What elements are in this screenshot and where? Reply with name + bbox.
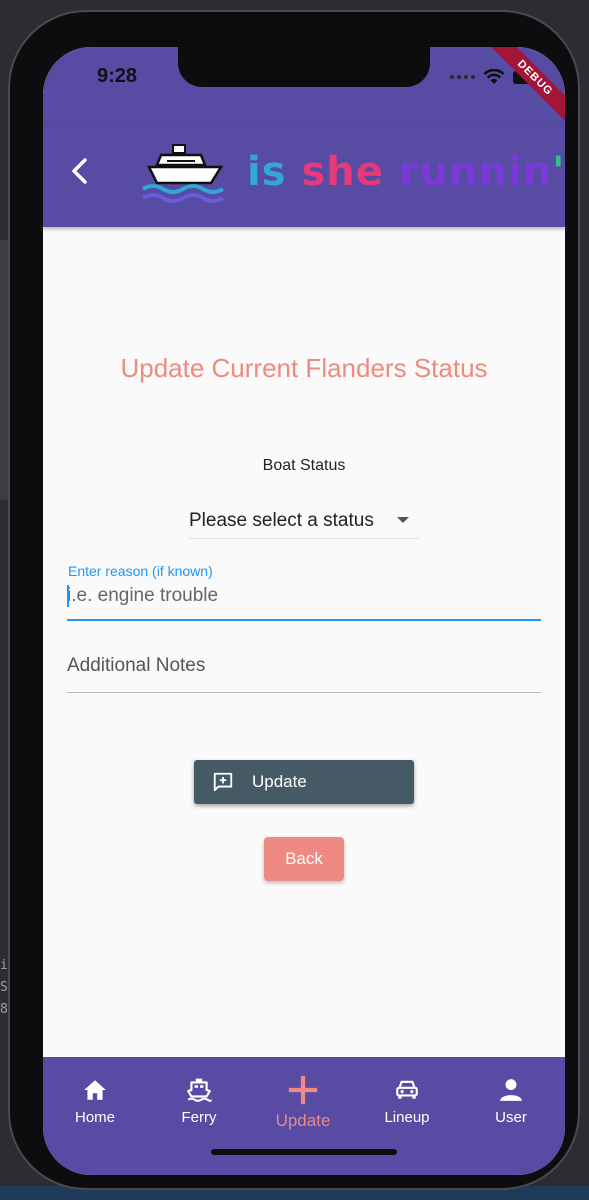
- add-comment-icon: [213, 772, 233, 792]
- back-button[interactable]: Back: [264, 837, 344, 881]
- home-indicator[interactable]: [211, 1149, 397, 1155]
- wifi-icon: [483, 69, 505, 84]
- nav-item-user[interactable]: User: [459, 1057, 563, 1147]
- plus-icon: [288, 1075, 318, 1105]
- car-icon: [396, 1080, 418, 1099]
- status-time: 9:28: [97, 65, 138, 87]
- back-arrow-icon[interactable]: [61, 151, 101, 191]
- dropdown-arrow-icon: [397, 517, 409, 523]
- reason-field-label: Enter reason (if known): [68, 563, 213, 579]
- home-icon: [84, 1080, 106, 1100]
- update-button[interactable]: Update: [194, 760, 414, 804]
- nav-label-update: Update: [275, 1111, 331, 1130]
- reason-field: Enter reason (if known): [67, 561, 541, 621]
- desktop-background-text: i S 8: [0, 958, 8, 1017]
- page-title: Update Current Flanders Status: [120, 353, 488, 383]
- update-button-label: Update: [252, 772, 307, 791]
- app-bar: is she runnin'?: [43, 127, 565, 227]
- nav-item-home[interactable]: Home: [43, 1057, 147, 1147]
- nav-item-ferry[interactable]: Ferry: [147, 1057, 251, 1147]
- update-form: Update Current Flanders Status Boat Stat…: [43, 227, 565, 1057]
- notch: [178, 47, 430, 87]
- logo-text: is she runnin'?: [247, 149, 565, 195]
- status-dropdown-value: Please select a status: [189, 509, 374, 531]
- app-logo: is she runnin'?: [139, 135, 564, 215]
- ferry-logo-icon: [141, 144, 225, 203]
- nav-label-ferry: Ferry: [181, 1109, 217, 1126]
- phone-frame: 9:28 DEBUG is she runnin' Update Current…: [8, 10, 580, 1190]
- notes-input[interactable]: [67, 653, 537, 679]
- boat-status-label: Boat Status: [262, 457, 346, 474]
- bottom-nav: Home Ferry Update Lineup User: [43, 1057, 565, 1175]
- back-button-label: Back: [285, 849, 323, 868]
- desktop-background-strip: [0, 240, 8, 500]
- person-icon: [500, 1079, 522, 1101]
- notes-field: [67, 639, 541, 693]
- status-dropdown[interactable]: Please select a status: [189, 503, 419, 539]
- ferry-icon: [187, 1078, 212, 1102]
- nav-item-update[interactable]: Update: [251, 1057, 355, 1147]
- nav-item-lineup[interactable]: Lineup: [355, 1057, 459, 1147]
- text-caret: [67, 585, 69, 607]
- phone-screen: 9:28 DEBUG is she runnin' Update Current…: [43, 47, 565, 1175]
- signal-icon: [450, 75, 475, 79]
- reason-input[interactable]: [67, 583, 537, 609]
- nav-label-home: Home: [74, 1109, 115, 1126]
- nav-label-user: User: [495, 1109, 527, 1126]
- nav-label-lineup: Lineup: [384, 1109, 430, 1126]
